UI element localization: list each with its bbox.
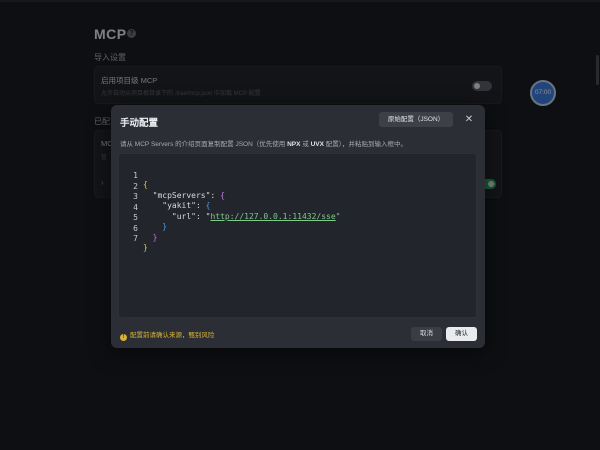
raw-config-button[interactable]: 原始配置（JSON） [379,112,453,127]
description-npx: NPX [287,141,301,148]
description-suffix: 配置），并粘贴到输入框中。 [323,141,408,148]
code-line: 6 } [119,215,476,242]
code-line: 3 "yakit": { [119,183,476,210]
dialog-title: 手动配置 [120,118,159,129]
warning-message: ! 配置前请确认来源，甄别风险 [120,329,215,341]
code-token: } [143,243,148,252]
code-content: } [143,243,148,252]
warning-text: 配置前请确认来源，甄别风险 [130,332,215,339]
code-line: 1 { [119,162,476,189]
code-line: 4 "url": "http://127.0.0.1:11432/sse" [119,194,476,221]
code-line: 7 } [119,225,476,252]
confirm-button[interactable]: 确认 [446,327,477,341]
warning-icon: ! [120,334,127,341]
close-icon[interactable]: ✕ [463,114,475,126]
dialog-description: 请从 MCP Servers 的介绍页面复制配置 JSON（优先使用 NPX 或… [120,138,407,148]
line-number: 7 [133,234,138,243]
description-uvx: UVX [310,141,324,148]
description-prefix: 请从 MCP Servers 的介绍页面复制配置 JSON（优先使用 [120,141,288,148]
description-or: 或 [300,141,311,148]
code-line: 5 } [119,204,476,231]
cancel-button[interactable]: 取消 [411,327,442,341]
json-code-editor[interactable]: 1 { 2 "mcpServers": { 3 "yakit": { 4 "ur… [118,153,477,318]
code-line: 2 "mcpServers": { [119,173,476,200]
manual-config-dialog: 手动配置 原始配置（JSON） ✕ 请从 MCP Servers 的介绍页面复制… [111,105,485,348]
